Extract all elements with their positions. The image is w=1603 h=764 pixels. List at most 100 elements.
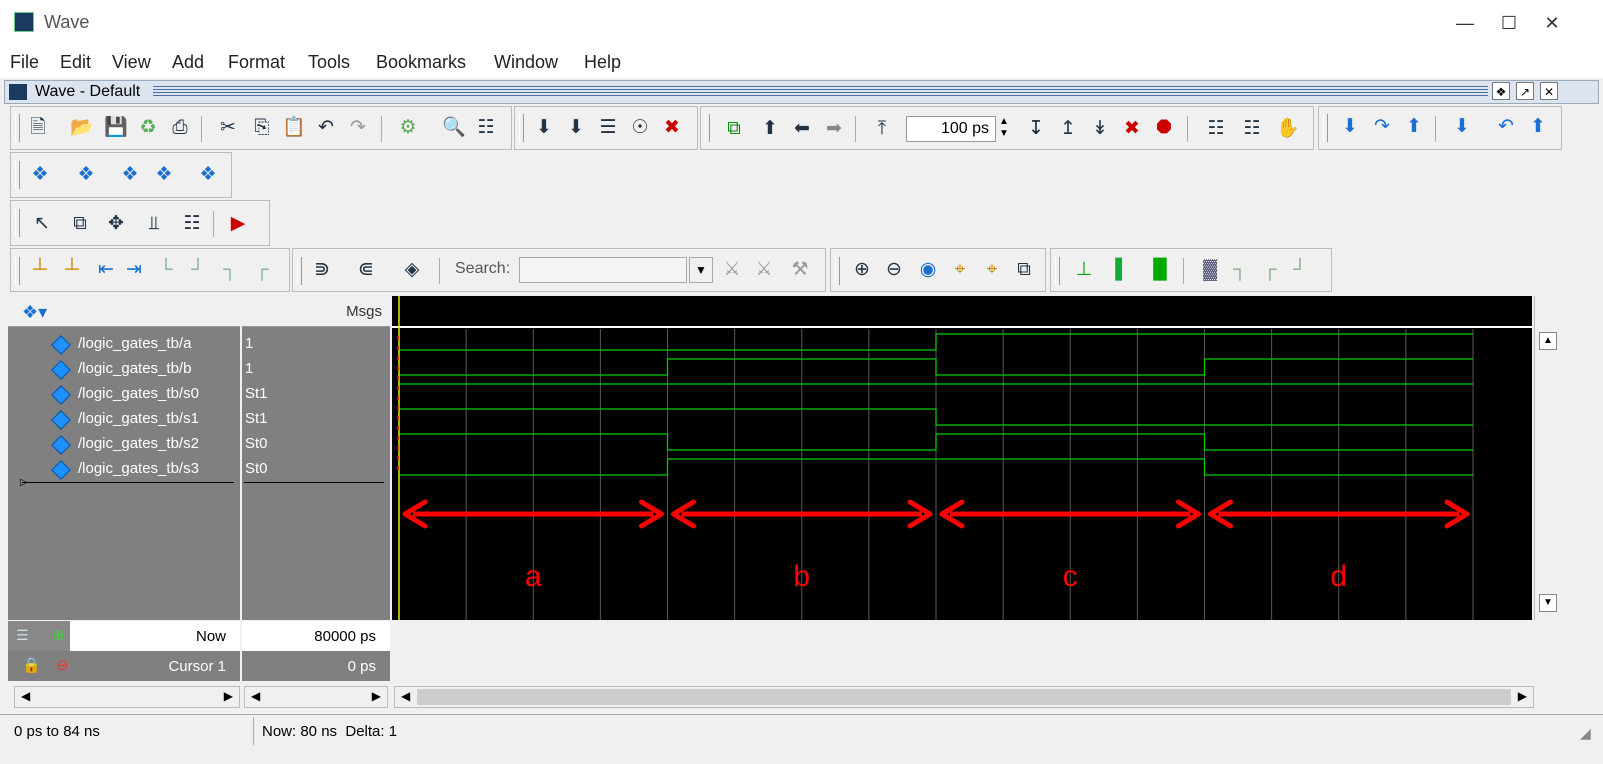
wave-style-fill-icon[interactable]: █ bbox=[1147, 257, 1173, 283]
wave-edge-icon[interactable]: ┐ bbox=[1227, 257, 1253, 283]
find-icon[interactable]: 🔍 bbox=[441, 115, 467, 141]
close-pane-icon[interactable]: ✕ bbox=[1540, 82, 1558, 100]
pan-mode-icon[interactable]: ✥ bbox=[103, 211, 129, 237]
collapse-time-icon[interactable]: ⋐ bbox=[353, 257, 379, 283]
waveform-canvas[interactable]: a b c d bbox=[392, 296, 1532, 620]
properties-icon[interactable]: ☷ bbox=[473, 115, 499, 141]
copy-icon[interactable]: ⎘ bbox=[249, 115, 275, 141]
toolbar-handle[interactable] bbox=[1055, 257, 1060, 285]
scroll-left-icon[interactable]: ◀ bbox=[251, 689, 260, 703]
dock-icon[interactable]: ↗ bbox=[1516, 82, 1534, 100]
signal-row[interactable]: /logic_gates_tb/a bbox=[8, 332, 240, 357]
menu-tools[interactable]: Tools bbox=[308, 52, 350, 73]
redo-icon[interactable]: ↷ bbox=[345, 115, 371, 141]
toolbar-handle[interactable] bbox=[15, 257, 20, 285]
add-cursor-icon[interactable]: ┴ bbox=[27, 257, 53, 283]
lock-cursor-icon[interactable]: 🔒 bbox=[22, 656, 41, 674]
forward-arrow-icon[interactable]: ➡ bbox=[821, 116, 847, 142]
search-dropdown-icon[interactable]: ▼ bbox=[689, 257, 713, 283]
wave-grid-icon[interactable]: ▓ bbox=[1197, 257, 1223, 283]
hand-icon[interactable]: ✋ bbox=[1275, 116, 1301, 142]
wave-fall-icon[interactable]: ┘ bbox=[1287, 257, 1313, 283]
scroll-right-icon[interactable]: ▶ bbox=[224, 689, 233, 703]
remove-cursor-icon[interactable]: ⊖ bbox=[56, 656, 69, 674]
step-into-icon[interactable]: ⬇ bbox=[1337, 114, 1363, 140]
scroll-down-icon[interactable]: ▼ bbox=[1539, 594, 1557, 612]
maximize-icon[interactable]: ☐ bbox=[1494, 10, 1524, 36]
zoom-out-icon[interactable]: ⊖ bbox=[881, 257, 907, 283]
search-prev-icon[interactable]: ⚔ bbox=[719, 257, 745, 283]
run-length-stepper[interactable]: ▲ ▼ bbox=[997, 116, 1011, 142]
menu-format[interactable]: Format bbox=[228, 52, 285, 73]
zoom-mode-icon[interactable]: ⧉ bbox=[67, 211, 93, 237]
performance-icon[interactable]: ☷ bbox=[1203, 116, 1229, 142]
scroll-left-icon[interactable]: ◀ bbox=[401, 689, 410, 703]
compile-all-icon[interactable]: ⬇ bbox=[563, 115, 589, 141]
next-edge-icon[interactable]: ┘ bbox=[185, 257, 211, 283]
waveform-pane[interactable]: a b c d bbox=[392, 296, 1532, 620]
toolbar-handle[interactable] bbox=[705, 114, 710, 142]
add-cursor-plus-icon[interactable]: ⊕ bbox=[52, 626, 65, 644]
sim-options-icon[interactable]: ⚙ bbox=[395, 115, 421, 141]
minimize-icon[interactable]: — bbox=[1450, 10, 1480, 36]
step-over-icon[interactable]: ↷ bbox=[1369, 114, 1395, 140]
zoom-in-icon[interactable]: ⊕ bbox=[849, 257, 875, 283]
toolbar-handle[interactable] bbox=[15, 209, 20, 237]
value-pane-hscroll[interactable]: ◀ ▶ bbox=[244, 686, 388, 708]
wave-pane-hscroll[interactable]: ◀ ▶ bbox=[394, 686, 1534, 708]
traffic-light-icon[interactable]: ▶ bbox=[225, 211, 251, 237]
toolbar-handle[interactable] bbox=[15, 161, 20, 189]
scroll-right-icon[interactable]: ▶ bbox=[1518, 689, 1527, 703]
add-wave-icon[interactable]: ❖ bbox=[27, 162, 53, 188]
restart-icon[interactable]: ⧉ bbox=[721, 116, 747, 142]
reload-icon[interactable]: ♻ bbox=[135, 115, 161, 141]
compile-selected-icon[interactable]: ☰ bbox=[595, 115, 621, 141]
break-run-icon[interactable]: ✖ bbox=[1119, 116, 1145, 142]
zoom-cursor-icon[interactable]: ⌖ bbox=[947, 257, 973, 283]
resize-grip-icon[interactable]: ◢ bbox=[1580, 725, 1591, 742]
name-pane-hscroll[interactable]: ◀ ▶ bbox=[14, 686, 240, 708]
zoom-last-icon[interactable]: ⧉ bbox=[1011, 257, 1037, 283]
toolbar-handle[interactable] bbox=[835, 257, 840, 285]
run-length-icon[interactable]: ⤒ bbox=[869, 116, 895, 142]
undo-icon[interactable]: ↶ bbox=[313, 115, 339, 141]
dataflow-mode-icon[interactable]: ☷ bbox=[179, 211, 205, 237]
menu-help[interactable]: Help bbox=[584, 52, 621, 73]
edit-mode-icon[interactable]: ⫫ bbox=[141, 211, 167, 237]
toolbar-handle[interactable] bbox=[15, 114, 20, 142]
close-icon[interactable]: ✕ bbox=[1537, 10, 1567, 36]
delete-cursor-icon[interactable]: ┴ bbox=[59, 257, 85, 283]
prev-transition-icon[interactable]: ⇤ bbox=[93, 257, 119, 283]
wave-style-line-icon[interactable]: ⊥ bbox=[1071, 257, 1097, 283]
scroll-left-icon[interactable]: ◀ bbox=[21, 689, 30, 703]
simulate-icon[interactable]: ☉ bbox=[627, 115, 653, 141]
stop-icon[interactable]: ⯃ bbox=[1151, 116, 1177, 142]
search-options-icon[interactable]: ⚒ bbox=[787, 257, 813, 283]
wave-style-bar-icon[interactable]: ▌ bbox=[1109, 257, 1135, 283]
prev-edge-icon[interactable]: └ bbox=[153, 257, 179, 283]
menu-file[interactable]: File bbox=[10, 52, 39, 73]
scroll-up-icon[interactable]: ▲ bbox=[1539, 332, 1557, 350]
step-out-icon[interactable]: ⬆ bbox=[1401, 114, 1427, 140]
up-arrow-icon[interactable]: ⬆ bbox=[757, 116, 783, 142]
memory-icon[interactable]: ☷ bbox=[1239, 116, 1265, 142]
prev-falling-icon[interactable]: ┐ bbox=[217, 257, 243, 283]
select-mode-icon[interactable]: ↖ bbox=[29, 211, 55, 237]
print-icon[interactable]: ⎙ bbox=[167, 115, 193, 141]
zoom-between-cursors-icon[interactable]: ⌖ bbox=[979, 257, 1005, 283]
menu-view[interactable]: View bbox=[112, 52, 151, 73]
next-transition-icon[interactable]: ⇥ bbox=[121, 257, 147, 283]
signal-row[interactable]: /logic_gates_tb/s0 bbox=[8, 382, 240, 407]
scroll-thumb[interactable] bbox=[417, 689, 1511, 705]
back-arrow-icon[interactable]: ⬅ bbox=[789, 116, 815, 142]
cut-icon[interactable]: ✂ bbox=[215, 115, 241, 141]
wave-rise-icon[interactable]: ┌ bbox=[1257, 257, 1283, 283]
compile-icon[interactable]: ⬇ bbox=[531, 115, 557, 141]
signal-row[interactable]: /logic_gates_tb/s1 bbox=[8, 407, 240, 432]
add-dataflow-icon[interactable]: ❖ bbox=[117, 162, 143, 188]
new-file-icon[interactable]: 🗎 bbox=[25, 115, 51, 141]
search-next-icon[interactable]: ⚔ bbox=[751, 257, 777, 283]
run-length-input[interactable]: 100 ps bbox=[906, 116, 996, 142]
signal-row[interactable]: /logic_gates_tb/s2 bbox=[8, 432, 240, 457]
break-icon[interactable]: ✖ bbox=[659, 115, 685, 141]
